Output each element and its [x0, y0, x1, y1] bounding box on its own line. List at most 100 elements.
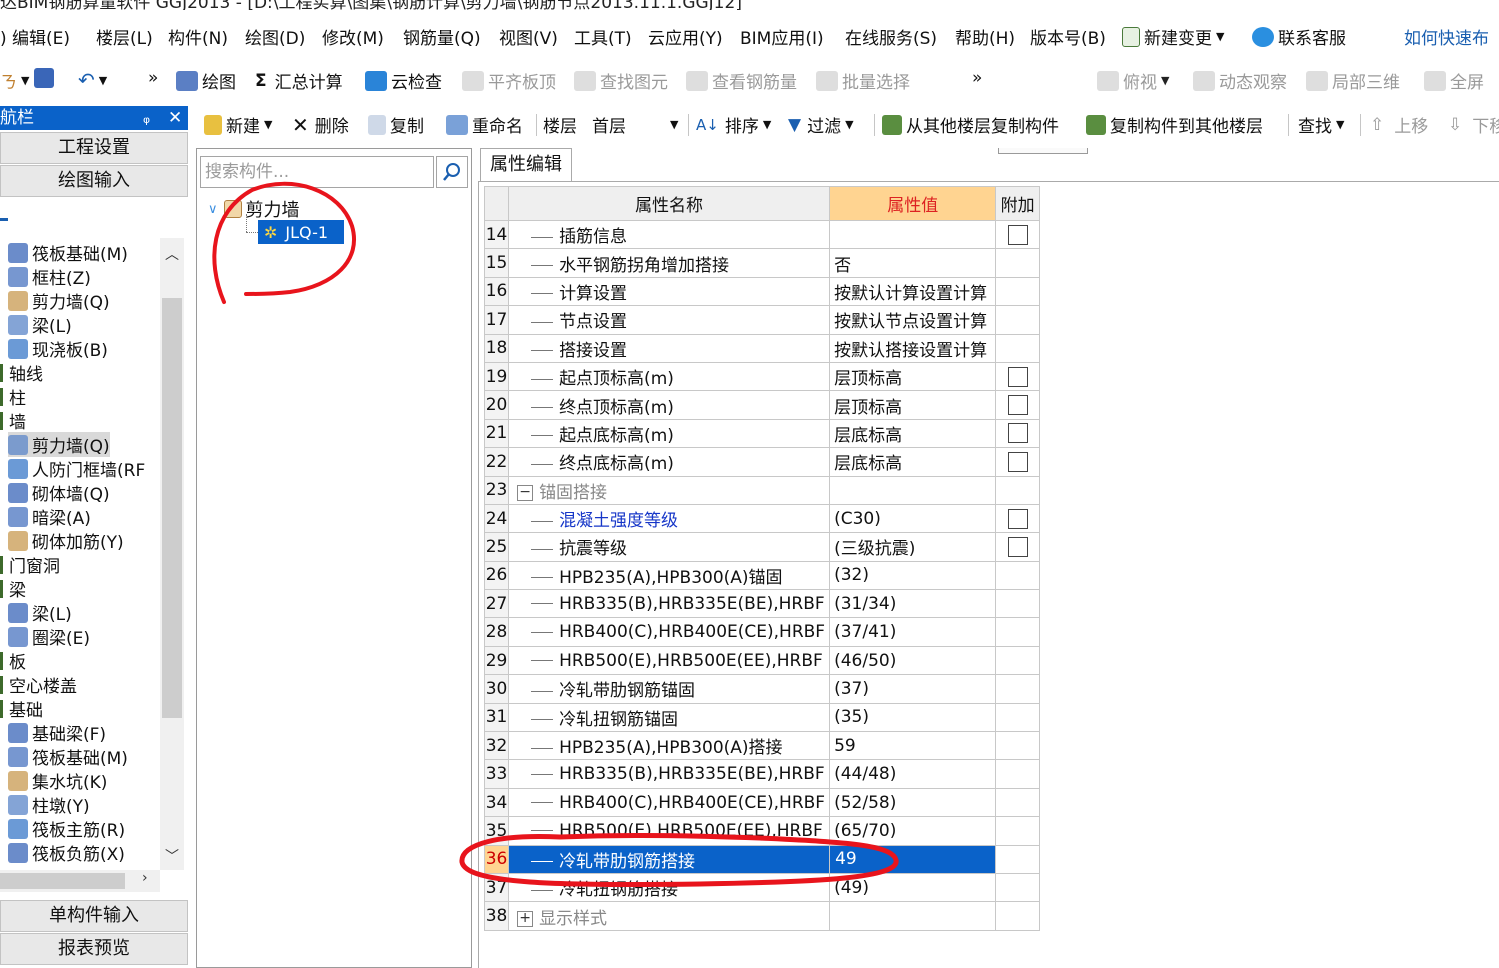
extra-checkbox[interactable] — [1007, 423, 1028, 444]
nav-tree-item[interactable]: 筏板负筋(X) — [8, 840, 125, 865]
property-row[interactable]: 16 计算设置 按默认计算设置计算 — [483, 276, 1040, 307]
menu-rebar[interactable]: 钢筋量(Q) — [403, 24, 481, 49]
property-row[interactable]: 26 HPB235(A),HPB300(A)锚固 (32) — [483, 560, 1040, 591]
property-name[interactable]: 起点顶标高(m) — [508, 361, 831, 392]
nav-tree-item[interactable]: 筏板基础(M) — [8, 744, 128, 769]
property-value[interactable]: (C30) — [829, 503, 997, 534]
extra-checkbox[interactable] — [1007, 224, 1028, 245]
summary-button[interactable]: Σ 汇总计算 — [255, 68, 343, 94]
property-value[interactable]: 层顶标高 — [829, 361, 997, 392]
menu-draw[interactable]: 绘图(D) — [245, 24, 305, 49]
copy-to-floor-button[interactable]: 复制构件到其他楼层 — [1086, 112, 1263, 137]
property-row[interactable]: 28 HRB400(C),HRB400E(CE),HRBF (37/41) — [483, 617, 1040, 647]
nav-tree-item[interactable]: 砌体加筋(Y) — [8, 528, 124, 553]
property-name[interactable]: 节点设置 — [508, 305, 831, 335]
property-name[interactable]: 抗震等级 — [508, 532, 831, 562]
property-value[interactable]: (65/70) — [829, 816, 997, 846]
property-name[interactable]: 混凝土强度等级 — [508, 503, 831, 534]
menu-bim[interactable]: BIM应用(I) — [740, 24, 824, 49]
menu-modify[interactable]: 修改(M) — [322, 24, 384, 49]
property-row[interactable]: 21 起点底标高(m) 层底标高 — [483, 418, 1040, 449]
draw-button[interactable]: 绘图 — [176, 68, 236, 93]
layout-dropdown[interactable]: ㄋ ▼ — [0, 68, 29, 93]
search-input[interactable]: 搜索构件... — [200, 156, 434, 188]
property-value[interactable] — [829, 901, 997, 931]
property-row[interactable]: 38 + 显示样式 — [483, 901, 1040, 931]
dynamic-view-button[interactable]: 动态观察 — [1193, 68, 1287, 93]
property-value[interactable]: (44/48) — [829, 759, 997, 789]
find-element-button[interactable]: 查找图元 — [574, 68, 668, 93]
flush-slab-button[interactable]: 平齐板顶 — [462, 68, 556, 93]
drawing-input-button[interactable]: 绘图输入 — [0, 165, 188, 197]
extra-checkbox[interactable] — [1007, 451, 1028, 472]
filter-button[interactable]: ▼ 过滤 ▼ — [788, 112, 854, 138]
nav-horizontal-scrollbar[interactable]: › — [0, 870, 160, 892]
property-name[interactable]: 冷轧扭钢筋搭接 — [508, 872, 831, 903]
property-value-input[interactable]: 49 — [829, 844, 997, 874]
nav-tree-item[interactable]: 圈梁(E) — [8, 624, 90, 649]
close-icon[interactable]: ✕ — [168, 106, 182, 130]
property-row[interactable]: 33 HRB335(B),HRB335E(BE),HRBF (44/48) — [483, 759, 1040, 789]
property-row[interactable]: 35 HRB500(E),HRB500E(EE),HRBF (65/70) — [483, 816, 1040, 846]
property-value[interactable]: 层底标高 — [829, 447, 997, 477]
property-name[interactable]: 插筋信息 — [508, 219, 831, 250]
report-preview-button[interactable]: 报表预览 — [0, 933, 188, 965]
property-name[interactable]: HRB400(C),HRB400E(CE),HRBF — [508, 787, 831, 818]
tree-node-shear-wall[interactable]: ∨ 剪力墙 — [208, 196, 300, 222]
expand-icon[interactable]: + — [517, 910, 534, 927]
tab-property-edit[interactable]: 属性编辑 — [480, 148, 572, 182]
property-row[interactable]: 34 HRB400(C),HRB400E(CE),HRBF (52/58) — [483, 787, 1040, 818]
property-name[interactable]: − 锚固搭接 — [508, 475, 831, 505]
nav-tree-item[interactable]: 柱墩(Y) — [8, 792, 90, 817]
property-name[interactable]: HRB335(B),HRB335E(BE),HRBF — [508, 759, 831, 789]
collapse-icon[interactable]: − — [517, 484, 534, 501]
property-name[interactable]: + 显示样式 — [508, 901, 831, 931]
pin-icon[interactable]: ᵩ — [143, 106, 150, 130]
property-value[interactable]: (37) — [829, 674, 997, 704]
property-name[interactable]: 终点底标高(m) — [508, 447, 831, 477]
new-button[interactable]: 新建 ▼ — [204, 112, 272, 137]
nav-tree-group[interactable]: 基础 — [0, 696, 43, 721]
property-value[interactable]: 按默认计算设置计算 — [829, 276, 997, 307]
copy-from-floor-button[interactable]: 从其他楼层复制构件 — [882, 112, 1059, 137]
more-toolbar-button-2[interactable]: » — [972, 68, 982, 88]
property-name[interactable]: 冷轧带肋钢筋锚固 — [508, 674, 831, 704]
nav-tree-item[interactable]: 基础梁(F) — [8, 720, 106, 745]
nav-tree-group[interactable]: 梁 — [0, 576, 26, 601]
property-name[interactable]: HPB235(A),HPB300(A)搭接 — [508, 731, 831, 761]
nav-tree-item[interactable]: 筏板基础(M) — [8, 240, 128, 265]
nav-tree-group[interactable]: 板 — [0, 648, 26, 673]
property-value[interactable]: (32) — [829, 560, 997, 591]
property-row[interactable]: 27 HRB335(B),HRB335E(BE),HRBF (31/34) — [483, 589, 1040, 619]
chevron-down-icon[interactable]: ﹀ — [165, 846, 179, 866]
nav-tree-item[interactable]: 框柱(Z) — [8, 264, 91, 289]
copy-button[interactable]: 复制 — [368, 112, 424, 137]
scrollbar-thumb[interactable] — [0, 873, 125, 889]
save-button[interactable] — [34, 68, 58, 88]
rename-button[interactable]: 重命名 — [446, 112, 523, 137]
menu-component[interactable]: 构件(N) — [168, 24, 228, 49]
property-value[interactable]: 按默认搭接设置计算 — [829, 333, 997, 363]
nav-tree-group[interactable]: 柱 — [0, 384, 26, 409]
property-name[interactable]: HPB235(A),HPB300(A)锚固 — [508, 560, 831, 591]
single-input-button[interactable]: 单构件输入 — [0, 900, 188, 932]
property-value[interactable]: (46/50) — [829, 645, 997, 676]
help-link[interactable]: 如何快速布 — [1404, 24, 1489, 49]
nav-tree-item[interactable]: 现浇板(B) — [8, 336, 108, 361]
property-row[interactable]: 15 水平钢筋拐角增加搭接 否 — [483, 248, 1040, 278]
property-name[interactable]: HRB335(B),HRB335E(BE),HRBF — [508, 589, 831, 619]
project-settings-button[interactable]: 工程设置 — [0, 132, 188, 164]
extra-checkbox[interactable] — [1007, 536, 1028, 557]
property-row[interactable]: 31 冷轧扭钢筋锚固 (35) — [483, 702, 1040, 733]
nav-tree-group[interactable]: 轴线 — [0, 360, 43, 385]
property-value[interactable]: 按默认节点设置计算 — [829, 305, 997, 335]
nav-tree-item[interactable]: 梁(L) — [8, 312, 72, 337]
property-row[interactable]: 37 冷轧扭钢筋搭接 (49) — [483, 872, 1040, 903]
nav-vertical-scrollbar[interactable]: ︿ ﹀ — [160, 238, 184, 870]
scrollbar-thumb[interactable] — [162, 298, 182, 718]
find-button[interactable]: 查找 ▼ — [1298, 112, 1344, 137]
property-name[interactable]: 计算设置 — [508, 276, 831, 307]
property-value[interactable]: 否 — [829, 248, 997, 278]
nav-tree-item[interactable]: 暗梁(A) — [8, 504, 91, 529]
more-toolbar-button[interactable]: » — [148, 68, 158, 88]
